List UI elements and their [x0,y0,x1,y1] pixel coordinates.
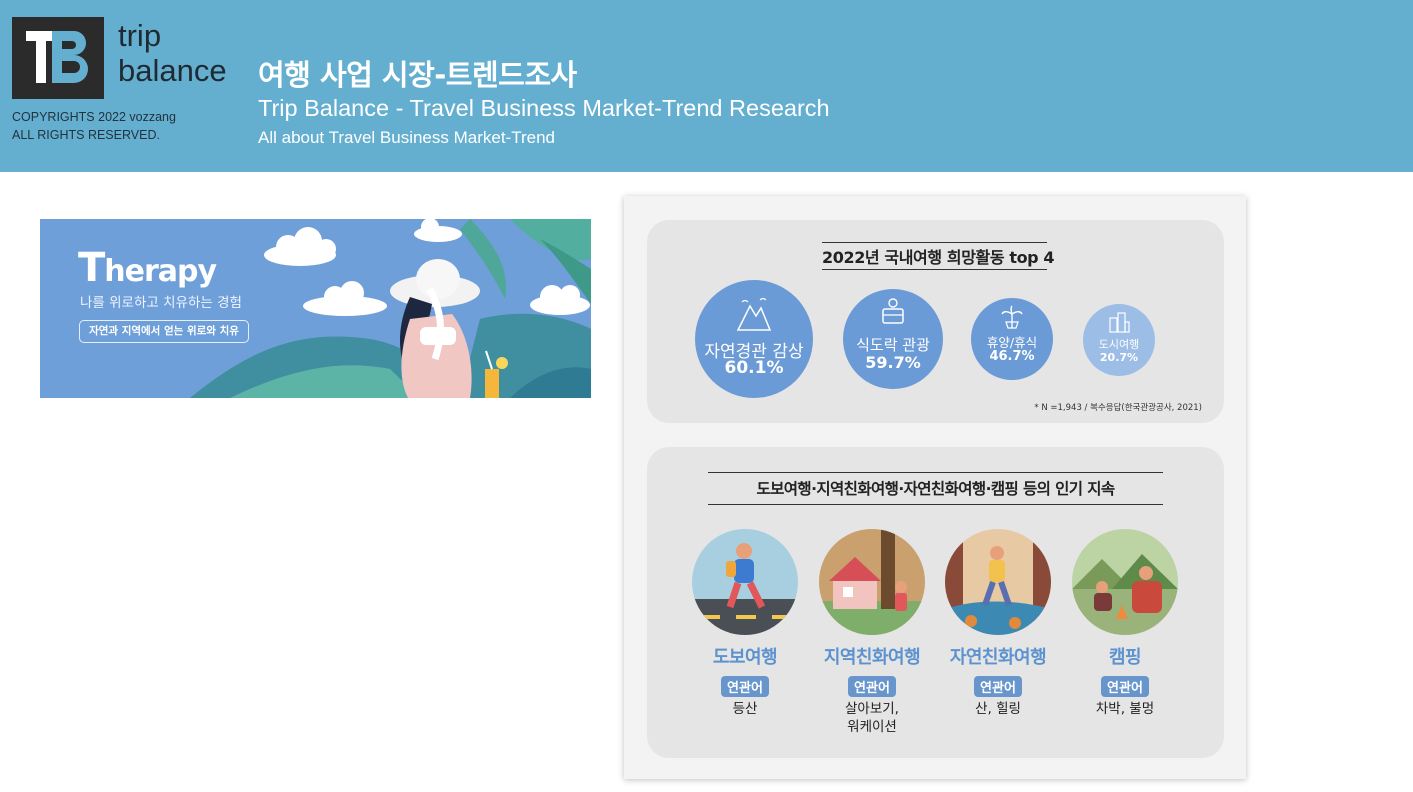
bubble-label: 도시여행 [1098,338,1140,351]
infographic-card: 2022년 국내여행 희망활동 top 4 자연경관 감상 60.1% 식도락 … [624,196,1246,779]
keyword-line: 산, 힐링 [975,701,1021,717]
local-travel-illustration [819,529,925,635]
food-icon [882,298,904,324]
related-words-tag: 연관어 [848,676,896,697]
copyright-line2: ALL RIGHTS RESERVED. [12,128,160,142]
city-icon [1109,312,1130,333]
trend-name: 자연친화여행 [949,647,1047,668]
top4-title: 2022년 국내여행 희망활동 top 4 [822,242,1055,270]
trend-item-walking: 도보여행 연관어 등산 [680,529,810,718]
trends-panel: 도보여행·지역친화여행·자연친화여행·캠핑 등의 인기 지속 도보여행 연관어 … [647,447,1224,758]
trend-keywords: 산, 힐링 [933,700,1063,718]
trend-item-camping: 캠핑 연관어 차박, 불멍 [1060,529,1190,718]
related-words-tag: 연관어 [1101,676,1149,697]
bubble-value: 60.1% [724,358,784,378]
trend-item-local: 지역친화여행 연관어 살아보기, 워케이션 [807,529,937,736]
logo-word-line2: balance [118,53,227,88]
trend-keywords: 등산 [680,700,810,718]
banner-subtitle: 나를 위로하고 치유하는 경험 [80,295,242,311]
trend-keywords: 살아보기, 워케이션 [807,700,937,736]
trend-name: 캠핑 [1108,647,1142,668]
walking-illustration [692,529,798,635]
bubble-value: 46.7% [989,349,1035,364]
nature-travel-illustration [945,529,1051,635]
keyword-line: 차박, 불멍 [1095,701,1155,717]
source-note: * N =1,943 / 복수응답(한국관광공사, 2021) [1034,403,1202,413]
trend-keywords: 차박, 불멍 [1060,700,1190,718]
banner-title: Therapy [78,245,217,291]
trend-name: 지역친화여행 [823,647,921,668]
keyword-line: 살아보기, [845,701,899,717]
trend-name: 도보여행 [712,647,778,668]
camping-illustration [1072,529,1178,635]
related-words-tag: 연관어 [974,676,1022,697]
mountain-icon [736,297,772,331]
banner-title-rest: herapy [104,254,217,289]
trend-item-nature: 자연친화여행 연관어 산, 힐링 [933,529,1063,718]
bubble-scenery: 자연경관 감상 60.1% [695,280,813,398]
bubble-value: 20.7% [1099,351,1139,364]
bubble-rest: 휴양/휴식 46.7% [971,298,1053,380]
keyword-line: 워케이션 [847,719,897,735]
page-title-english: Trip Balance - Travel Business Market-Tr… [258,95,830,121]
bubble-label: 식도락 관광 [856,336,930,354]
banner-title-initial: T [78,245,105,291]
copyright: COPYRIGHTS 2022 vozzang ALL RIGHTS RESER… [12,108,176,144]
palm-icon [1001,305,1023,329]
page-subtitle: All about Travel Business Market-Trend [258,128,555,147]
logo-wordmark: trip balance [118,18,227,88]
copyright-line1: COPYRIGHTS 2022 vozzang [12,110,176,124]
banner-pill-button[interactable]: 자연과 지역에서 얻는 위로와 치유 [79,320,249,343]
logo-word-line1: trip [118,18,162,53]
bubble-value: 59.7% [865,353,921,372]
therapy-banner[interactable]: Therapy 나를 위로하고 치유하는 경험 자연과 지역에서 얻는 위로와 … [40,219,591,398]
related-words-tag: 연관어 [721,676,769,697]
top4-panel: 2022년 국내여행 희망활동 top 4 자연경관 감상 60.1% 식도락 … [647,220,1224,423]
page-title: 여행 사업 시장-트렌드조사 [258,58,577,92]
trends-title: 도보여행·지역친화여행·자연친화여행·캠핑 등의 인기 지속 [708,472,1163,505]
logo-mark-icon [26,31,88,83]
logo[interactable] [12,17,104,99]
bubble-food: 식도락 관광 59.7% [843,289,943,389]
keyword-line: 등산 [732,701,758,717]
header-bar: trip balance COPYRIGHTS 2022 vozzang ALL… [0,0,1413,172]
bubble-city: 도시여행 20.7% [1083,304,1155,376]
